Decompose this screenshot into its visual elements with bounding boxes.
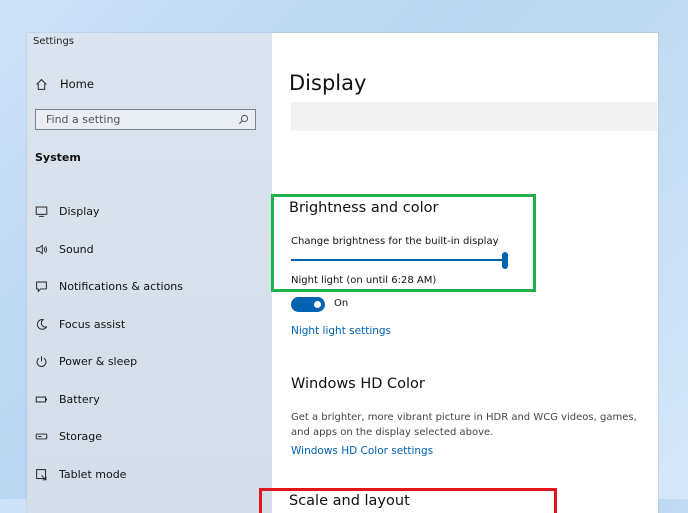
night-light-toggle[interactable] [291, 297, 325, 312]
search-box[interactable] [35, 109, 256, 130]
tablet-icon [36, 468, 47, 480]
sidebar: Settings Home System Display Sound Notif… [27, 33, 272, 513]
sidebar-item-label: Battery [59, 392, 100, 406]
night-light-label: Night light (on until 6:28 AM) [291, 275, 437, 286]
hdr-heading: Windows HD Color [291, 376, 425, 392]
toggle-state-label: On [334, 298, 349, 309]
home-label: Home [60, 77, 94, 91]
home-icon [36, 78, 47, 90]
brightness-slider-thumb[interactable] [502, 252, 508, 269]
sidebar-item-label: Sound [59, 242, 94, 256]
sidebar-item-storage[interactable]: Storage [35, 418, 183, 456]
window-title: Settings [33, 36, 75, 47]
scale-layout-heading: Scale and layout [289, 493, 410, 509]
sidebar-item-sound[interactable]: Sound [35, 231, 183, 269]
moon-icon [36, 318, 48, 330]
search-input[interactable] [44, 112, 238, 127]
settings-window: Settings Home System Display Sound Notif… [27, 33, 658, 513]
night-light-settings-link[interactable]: Night light settings [291, 325, 391, 337]
sidebar-item-label: Power & sleep [59, 355, 138, 369]
brightness-slider-track[interactable] [291, 259, 505, 261]
storage-icon [35, 433, 48, 440]
sidebar-item-notifications[interactable]: Notifications & actions [35, 268, 183, 306]
sidebar-item-focus-assist[interactable]: Focus assist [35, 306, 183, 344]
sidebar-item-battery[interactable]: Battery [35, 381, 183, 419]
sidebar-nav: Display Sound Notifications & actions Fo… [35, 193, 183, 493]
sidebar-item-power-sleep[interactable]: Power & sleep [35, 343, 183, 381]
brightness-slider-label: Change brightness for the built-in displ… [291, 236, 499, 247]
sidebar-item-label: Notifications & actions [59, 280, 184, 294]
hdr-description-line1: Get a brighter, more vibrant picture in … [291, 412, 637, 423]
sidebar-item-label: Storage [59, 430, 103, 444]
section-label-system: System [35, 151, 81, 164]
hdr-description-line2: and apps on the display selected above. [291, 427, 494, 438]
search-icon[interactable] [238, 114, 249, 125]
sidebar-item-display[interactable]: Display [35, 193, 183, 231]
brightness-heading: Brightness and color [289, 200, 439, 216]
monitor-icon [35, 206, 48, 218]
sidebar-item-label: Display [59, 205, 100, 219]
toggle-knob [314, 301, 321, 308]
display-arrangement-area[interactable] [291, 102, 657, 131]
notification-icon [36, 281, 47, 293]
sidebar-item-label: Tablet mode [59, 467, 127, 481]
sidebar-item-label: Focus assist [59, 317, 126, 331]
page-title: Display [289, 71, 367, 95]
sidebar-item-tablet-mode[interactable]: Tablet mode [35, 456, 183, 494]
hdr-settings-link[interactable]: Windows HD Color settings [291, 445, 433, 457]
speaker-icon [36, 244, 47, 255]
battery-icon [35, 396, 48, 403]
home-button[interactable]: Home [35, 77, 94, 91]
power-icon [36, 356, 47, 368]
main-content: Display Brightness and color Change brig… [259, 33, 658, 513]
